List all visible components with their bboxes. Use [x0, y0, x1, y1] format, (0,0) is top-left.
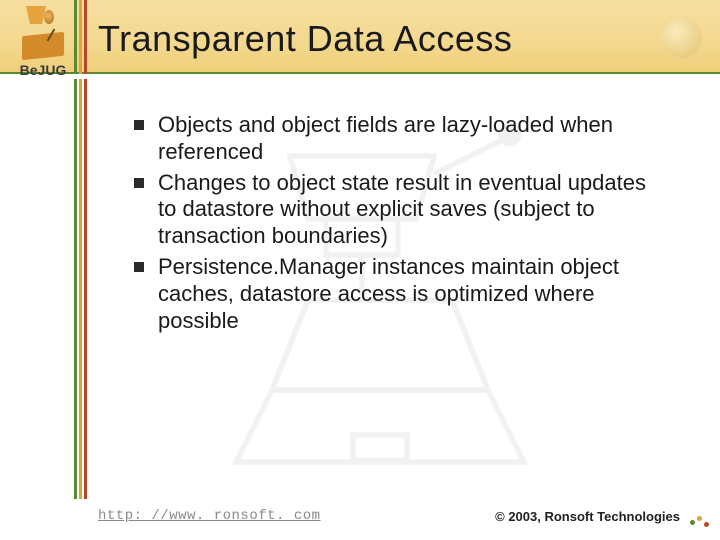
- footer-dots-icon: [690, 514, 710, 530]
- accent-stripe: [74, 79, 77, 499]
- bullet-item: Changes to object state result in eventu…: [130, 170, 670, 250]
- accent-stripe: [79, 79, 82, 499]
- grinder-icon: [14, 4, 72, 62]
- logo-text: BeJUG: [8, 62, 78, 78]
- header-decorative-orb: [662, 18, 702, 58]
- bullet-item: Persistence.Manager instances maintain o…: [130, 254, 670, 334]
- bullet-item: Objects and object fields are lazy-loade…: [130, 112, 670, 166]
- accent-stripe: [84, 0, 87, 74]
- footer-copyright: © 2003, Ronsoft Technologies: [495, 509, 680, 524]
- footer-url[interactable]: http: //www. ronsoft. com: [98, 508, 321, 524]
- slide-title: Transparent Data Access: [98, 18, 512, 60]
- accent-stripe: [84, 79, 87, 499]
- accent-stripe: [79, 0, 82, 74]
- logo: BeJUG: [8, 4, 78, 96]
- bullet-list: Objects and object fields are lazy-loade…: [130, 112, 670, 339]
- slide: BeJUG Transparent Data Access Objects an…: [0, 0, 720, 540]
